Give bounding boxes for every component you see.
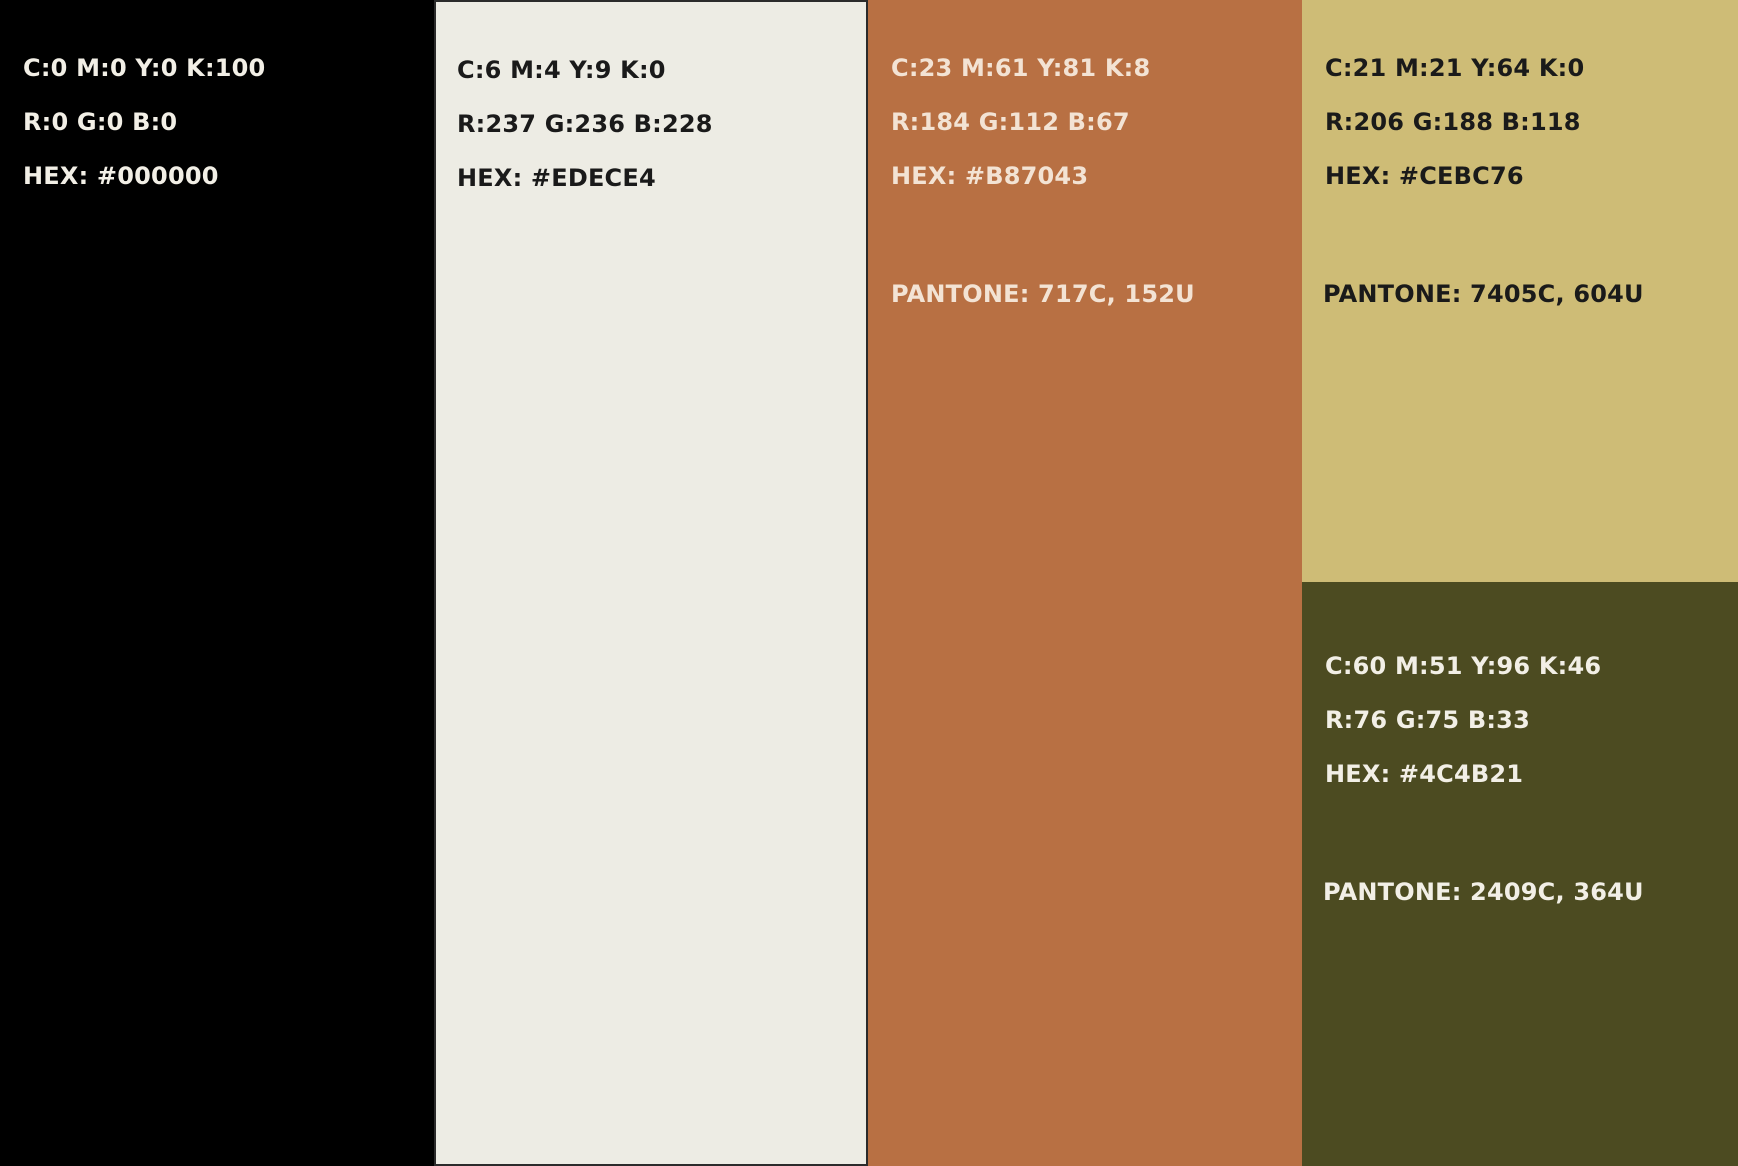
color-palette: C:0 M:0 Y:0 K:100 R:0 G:0 B:0 HEX: #0000… [0,0,1738,1166]
rgb-value: R:184 G:112 B:67 [891,108,1130,136]
hex-value: HEX: #EDECE4 [457,164,656,192]
pantone-value: PANTONE: 7405C, 604U [1323,280,1644,308]
swatch-olive: C:60 M:51 Y:96 K:46 R:76 G:75 B:33 HEX: … [1302,582,1738,1166]
cmyk-value: C:60 M:51 Y:96 K:46 [1325,652,1602,680]
rgb-value: R:0 G:0 B:0 [23,108,178,136]
cmyk-value: C:21 M:21 Y:64 K:0 [1325,54,1585,82]
rgb-value: R:76 G:75 B:33 [1325,706,1530,734]
hex-value: HEX: #B87043 [891,162,1089,190]
swatch-sand: C:21 M:21 Y:64 K:0 R:206 G:188 B:118 HEX… [1302,0,1738,582]
swatch-black: C:0 M:0 Y:0 K:100 R:0 G:0 B:0 HEX: #0000… [0,0,434,1166]
swatch-copper: C:23 M:61 Y:81 K:8 R:184 G:112 B:67 HEX:… [868,0,1302,1166]
cmyk-value: C:23 M:61 Y:81 K:8 [891,54,1151,82]
hex-value: HEX: #4C4B21 [1325,760,1524,788]
hex-value: HEX: #CEBC76 [1325,162,1524,190]
cmyk-value: C:6 M:4 Y:9 K:0 [457,56,666,84]
rgb-value: R:206 G:188 B:118 [1325,108,1581,136]
rgb-value: R:237 G:236 B:228 [457,110,713,138]
cmyk-value: C:0 M:0 Y:0 K:100 [23,54,266,82]
pantone-value: PANTONE: 717C, 152U [891,280,1195,308]
hex-value: HEX: #000000 [23,162,219,190]
swatch-cream: C:6 M:4 Y:9 K:0 R:237 G:236 B:228 HEX: #… [434,0,868,1166]
pantone-value: PANTONE: 2409C, 364U [1323,878,1644,906]
